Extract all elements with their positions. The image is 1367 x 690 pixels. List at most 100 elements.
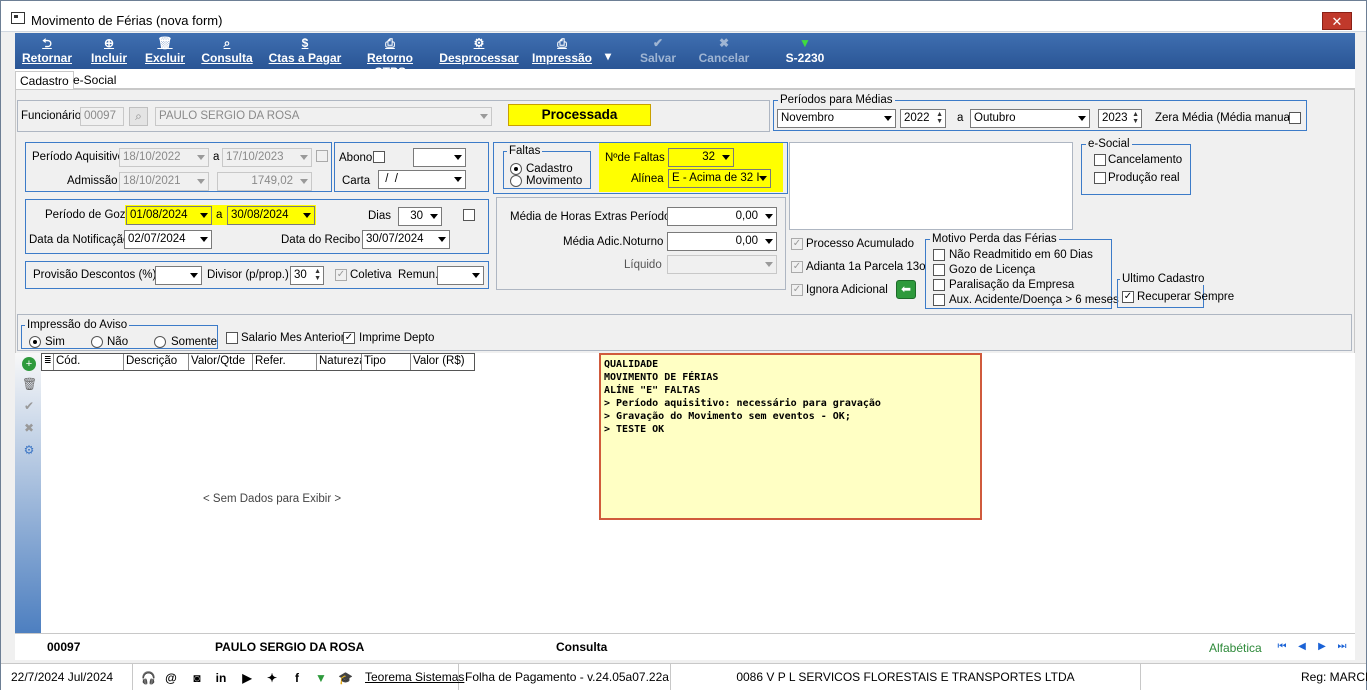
liquido-field[interactable] [667, 255, 777, 274]
column-refer[interactable]: Refer. [253, 354, 317, 370]
ano-inicial-spinner[interactable]: 2022 ▲ ▼ [900, 109, 946, 128]
column-natureza[interactable]: Natureza [317, 354, 362, 370]
instagram-icon[interactable]: ◙ [190, 671, 204, 685]
ctas-pagar-button[interactable]: $ Ctas a Pagar [267, 35, 343, 65]
dias-select[interactable]: 30 [398, 207, 442, 226]
check-icon[interactable]: ✔ [22, 399, 36, 413]
faltas-movimento-radio[interactable] [510, 175, 522, 187]
recibo-date[interactable]: 30/07/2024 [362, 230, 450, 249]
ignora-adicional-checkbox[interactable]: ✓ [791, 284, 803, 296]
motivo-1-checkbox[interactable] [933, 249, 945, 261]
admissao-field[interactable]: 18/10/2021 [119, 172, 209, 191]
processo-acumulado-checkbox[interactable]: ✓ [791, 238, 803, 250]
notificacao-date[interactable]: 02/07/2024 [124, 230, 212, 249]
retornar-button[interactable]: ⮌ Retornar [19, 35, 75, 65]
zera-media-checkbox[interactable] [1289, 112, 1301, 124]
alinea-select[interactable]: E - Acima de 32 I [668, 169, 771, 188]
mes-final-select[interactable]: Outubro [970, 109, 1090, 128]
column-cod[interactable]: Cód. [54, 354, 124, 370]
incluir-button[interactable]: ⊕ Incluir [87, 35, 131, 65]
trash-icon[interactable]: 🗑 [22, 377, 37, 391]
gozo-fim[interactable]: 30/08/2024 [227, 206, 315, 225]
last-record-icon[interactable]: ⏭ [1335, 641, 1349, 653]
email-icon[interactable]: @ [164, 671, 178, 685]
column-tipo[interactable]: Tipo [362, 354, 411, 370]
aquisitivo-fim[interactable]: 17/10/2023 [222, 148, 312, 167]
adianta-checkbox[interactable]: ✓ [791, 261, 803, 273]
mes-inicial-select[interactable]: Novembro [777, 109, 896, 128]
next-record-icon[interactable]: ▶ [1315, 641, 1329, 653]
salvar-button[interactable]: ✔ Salvar [635, 35, 681, 65]
funcionario-code[interactable]: 00097 [80, 107, 124, 126]
youtube-icon[interactable]: ▶ [240, 671, 254, 685]
aviso-sim-label: Sim [45, 336, 65, 348]
cancelar-button[interactable]: ✖ Cancelar [695, 35, 753, 65]
desprocessar-button[interactable]: ⚙ Desprocessar [439, 35, 519, 65]
abono-select[interactable] [413, 148, 466, 167]
column-descricao[interactable]: Descrição [124, 354, 189, 370]
abono-checkbox[interactable] [373, 151, 385, 163]
provisao-select[interactable] [155, 266, 202, 285]
dias-checkbox[interactable] [463, 209, 475, 221]
column-valor-rs[interactable]: Valor (R$) [411, 354, 475, 370]
aquisitivo-inicio[interactable]: 18/10/2022 [119, 148, 209, 167]
recuperar-label: Recuperar Sempre [1137, 291, 1235, 303]
notificacao-label: Data da Notificação [29, 234, 130, 246]
graduation-cap-icon[interactable]: 🎓 [338, 671, 353, 685]
consulta-button[interactable]: ⌕ Consulta [201, 35, 253, 65]
arrow-left-icon[interactable]: ⬅ [896, 280, 916, 299]
impressao-button[interactable]: ⎙ Impressão [529, 35, 595, 65]
funcionario-name[interactable]: PAULO SERGIO DA ROSA [155, 107, 492, 126]
impressao-dropdown-icon[interactable]: ▾ [601, 49, 615, 63]
teorema-link[interactable]: Teorema Sistemas [359, 664, 464, 690]
add-icon[interactable]: + [22, 357, 36, 371]
gear-icon[interactable]: ⚙ [22, 443, 36, 457]
first-record-icon[interactable]: ⏮ [1275, 641, 1289, 653]
coletiva-checkbox[interactable]: ✓ [335, 269, 347, 281]
producao-checkbox[interactable] [1094, 172, 1106, 184]
divisor-spinner[interactable]: 30 ▲ ▼ [290, 266, 324, 285]
nfaltas-select[interactable]: 32 [668, 148, 734, 167]
aquisitivo-checkbox[interactable] [316, 150, 328, 162]
salario-field[interactable]: 1749,02 [217, 172, 312, 191]
motivo-4-checkbox[interactable] [933, 294, 945, 306]
aviso-nao-radio[interactable] [91, 336, 103, 348]
status-date: 22/7/2024 Jul/2024 [5, 664, 133, 690]
headset-icon[interactable]: 🎧 [141, 671, 156, 685]
gozo-inicio[interactable]: 01/08/2024 [126, 206, 212, 225]
twitter-icon[interactable]: ✦ [265, 671, 279, 685]
motivo-3-checkbox[interactable] [933, 279, 945, 291]
toolbar: ⮌ Retornar ⊕ Incluir 🗑 Excluir ⌕ Consulta $ C… [15, 33, 1355, 79]
aviso-sim-radio[interactable] [29, 336, 41, 348]
search-icon[interactable]: ⌕ [129, 107, 148, 126]
linkedin-icon[interactable]: in [214, 671, 228, 685]
observacao-memo[interactable] [789, 142, 1073, 230]
sort-order[interactable]: Alfabética [1209, 641, 1262, 655]
remun-select[interactable] [437, 266, 484, 285]
close-button[interactable]: ✕ [1322, 12, 1352, 30]
column-chooser-icon[interactable]: ≣ [42, 354, 54, 370]
facebook-icon[interactable]: f [290, 671, 304, 685]
s2230-button[interactable]: ▼ S-2230 [781, 35, 829, 65]
ano-final-spinner[interactable]: 2023 ▲ ▼ [1098, 109, 1142, 128]
tab-cadastro[interactable]: Cadastro [15, 71, 74, 89]
tab-esocial[interactable]: e-Social [69, 71, 120, 89]
cancelamento-checkbox[interactable] [1094, 154, 1106, 166]
cancel-icon[interactable]: ✖ [22, 421, 36, 435]
motivo-2-checkbox[interactable] [933, 264, 945, 276]
imprime-depto-checkbox[interactable]: ✓ [343, 332, 355, 344]
chevron-down-icon [472, 273, 480, 278]
salario-mes-checkbox[interactable] [226, 332, 238, 344]
horas-extras-field[interactable]: 0,00 [667, 207, 777, 226]
previous-record-icon[interactable]: ◀ [1295, 641, 1309, 653]
aviso-somente-radio[interactable] [154, 336, 166, 348]
carta-date[interactable]: / / [378, 170, 466, 189]
imprime-depto-label: Imprime Depto [359, 332, 435, 344]
adic-noturno-field[interactable]: 0,00 [667, 232, 777, 251]
recuperar-checkbox[interactable]: ✓ [1122, 291, 1134, 303]
chevron-down-icon [200, 213, 208, 218]
filter-icon[interactable]: ▼ [314, 671, 328, 685]
column-valor-qtde[interactable]: Valor/Qtde [189, 354, 253, 370]
excluir-button[interactable]: 🗑 Excluir [143, 35, 187, 65]
faltas-cadastro-radio[interactable] [510, 163, 522, 175]
